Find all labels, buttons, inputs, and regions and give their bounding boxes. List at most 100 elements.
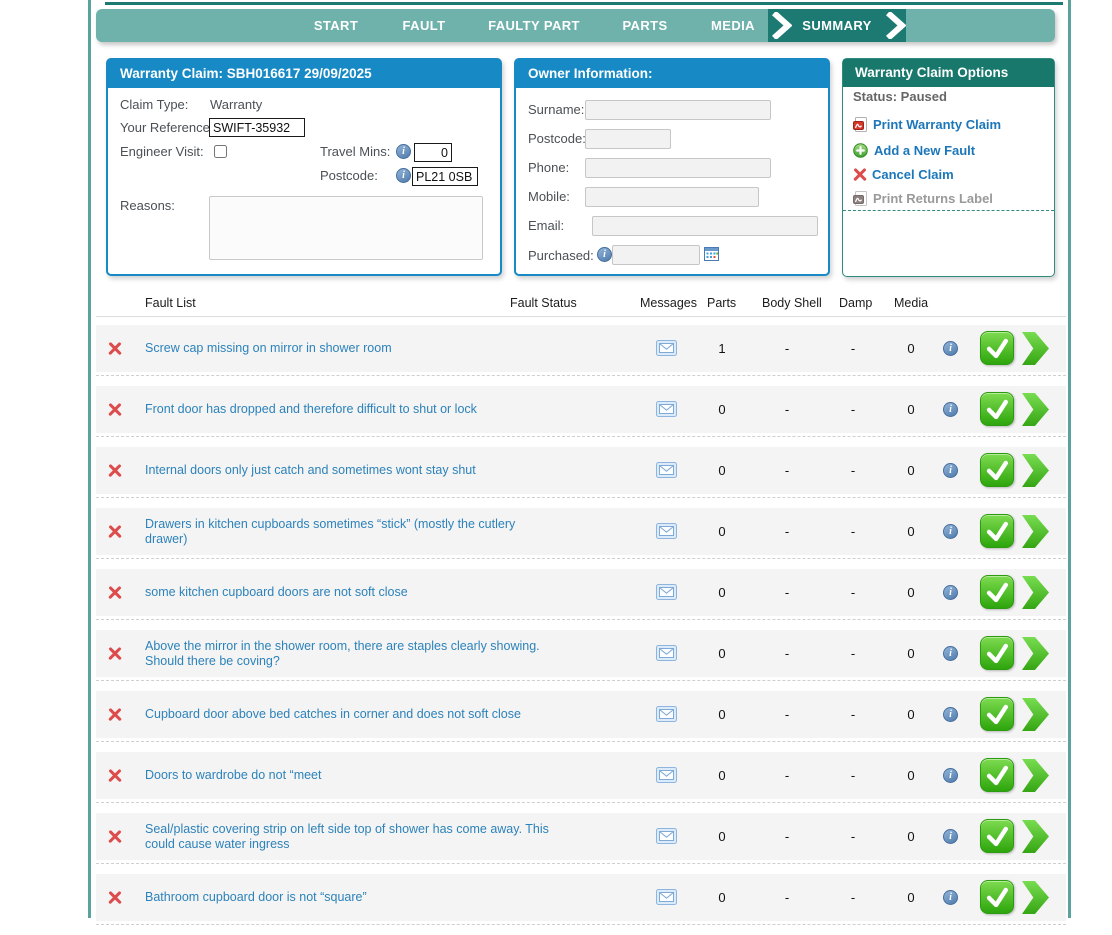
open-fault-arrow[interactable] (1022, 576, 1049, 609)
delete-fault-icon[interactable] (108, 829, 122, 843)
email-input[interactable] (592, 216, 818, 236)
messages-envelope-icon[interactable] (656, 584, 677, 605)
complete-fault-button[interactable] (980, 392, 1014, 426)
delete-fault-icon[interactable] (108, 463, 122, 477)
open-fault-arrow[interactable] (1022, 637, 1049, 670)
messages-envelope-icon[interactable] (656, 889, 677, 910)
complete-fault-button[interactable] (980, 331, 1014, 365)
complete-fault-button[interactable] (980, 636, 1014, 670)
fault-link[interactable]: Drawers in kitchen cupboards sometimes “… (145, 508, 550, 555)
claim-postcode-input[interactable] (412, 167, 478, 186)
tab-fault[interactable]: FAULT (403, 9, 446, 42)
calendar-icon[interactable] (704, 246, 719, 261)
fault-link[interactable]: Screw cap missing on mirror in shower ro… (145, 325, 392, 372)
fault-link[interactable]: Above the mirror in the shower room, the… (145, 630, 550, 677)
info-icon[interactable] (943, 402, 958, 417)
tab-parts[interactable]: PARTS (622, 9, 667, 42)
print-warranty-claim-link[interactable]: Print Warranty Claim (853, 115, 1001, 133)
fault-link[interactable]: Doors to wardrobe do not “meet (145, 752, 321, 799)
info-icon[interactable] (943, 890, 958, 905)
complete-fault-button[interactable] (980, 819, 1014, 853)
fault-row: Screw cap missing on mirror in shower ro… (96, 325, 1066, 386)
owner-postcode-input[interactable] (585, 129, 671, 149)
open-fault-arrow[interactable] (1022, 515, 1049, 548)
open-fault-arrow[interactable] (1022, 881, 1049, 914)
messages-envelope-icon[interactable] (656, 706, 677, 727)
delete-fault-icon[interactable] (108, 524, 122, 538)
mobile-input[interactable] (585, 187, 759, 207)
your-reference-input[interactable] (209, 118, 305, 137)
open-fault-arrow[interactable] (1022, 698, 1049, 731)
add-new-fault-link[interactable]: Add a New Fault (853, 141, 975, 159)
messages-envelope-icon[interactable] (656, 828, 677, 849)
fault-link[interactable]: Seal/plastic covering strip on left side… (145, 813, 550, 860)
travel-mins-label: Travel Mins: (320, 144, 390, 159)
complete-fault-button[interactable] (980, 758, 1014, 792)
messages-envelope-icon[interactable] (656, 523, 677, 544)
fault-link[interactable]: some kitchen cupboard doors are not soft… (145, 569, 408, 616)
delete-fault-icon[interactable] (108, 768, 122, 782)
delete-fault-icon[interactable] (108, 707, 122, 721)
complete-fault-button[interactable] (980, 514, 1014, 548)
parts-count: 0 (707, 630, 737, 677)
chevron-right-icon (884, 12, 906, 39)
tab-summary[interactable]: SUMMARY (768, 9, 906, 42)
info-icon[interactable] (943, 341, 958, 356)
options-divider (843, 210, 1054, 211)
fault-link[interactable]: Internal doors only just catch and somet… (145, 447, 476, 494)
messages-envelope-icon[interactable] (656, 767, 677, 788)
phone-input[interactable] (585, 158, 771, 178)
fault-link[interactable]: Cupboard door above bed catches in corne… (145, 691, 521, 738)
messages-envelope-icon[interactable] (656, 645, 677, 666)
messages-envelope-icon[interactable] (656, 340, 677, 361)
reasons-textarea[interactable] (209, 196, 483, 260)
info-icon[interactable] (943, 768, 958, 783)
media-count: 0 (896, 447, 926, 494)
info-icon[interactable] (396, 144, 411, 159)
delete-fault-icon[interactable] (108, 890, 122, 904)
info-icon[interactable] (943, 524, 958, 539)
delete-fault-icon[interactable] (108, 341, 122, 355)
travel-mins-input[interactable] (414, 143, 452, 162)
complete-fault-button[interactable] (980, 453, 1014, 487)
tab-start[interactable]: START (314, 9, 358, 42)
complete-fault-button[interactable] (980, 575, 1014, 609)
cancel-claim-link[interactable]: Cancel Claim (853, 165, 954, 183)
messages-envelope-icon[interactable] (656, 401, 677, 422)
delete-fault-icon[interactable] (108, 402, 122, 416)
body-shell-value: - (772, 630, 802, 677)
open-fault-arrow[interactable] (1022, 759, 1049, 792)
parts-count: 0 (707, 447, 737, 494)
surname-input[interactable] (585, 100, 771, 120)
tab-faulty-part[interactable]: FAULTY PART (488, 9, 580, 42)
media-count: 0 (896, 508, 926, 555)
col-fault-list: Fault List (145, 296, 196, 310)
print-returns-label-link: Print Returns Label (853, 189, 993, 207)
info-icon[interactable] (943, 463, 958, 478)
media-count: 0 (896, 752, 926, 799)
damp-value: - (838, 508, 868, 555)
open-fault-arrow[interactable] (1022, 820, 1049, 853)
pdf-icon (853, 191, 867, 206)
open-fault-arrow[interactable] (1022, 454, 1049, 487)
fault-link[interactable]: Front door has dropped and therefore dif… (145, 386, 477, 433)
complete-fault-button[interactable] (980, 880, 1014, 914)
open-fault-arrow[interactable] (1022, 332, 1049, 365)
info-icon[interactable] (943, 829, 958, 844)
open-fault-arrow[interactable] (1022, 393, 1049, 426)
complete-fault-button[interactable] (980, 697, 1014, 731)
info-icon[interactable] (943, 646, 958, 661)
fault-row: Doors to wardrobe do not “meet 0 - - 0 (96, 752, 1066, 813)
page-top-rule (105, 2, 1063, 5)
engineer-visit-checkbox[interactable] (214, 145, 227, 158)
info-icon[interactable] (943, 585, 958, 600)
info-icon[interactable] (943, 707, 958, 722)
delete-fault-icon[interactable] (108, 585, 122, 599)
tab-media[interactable]: MEDIA (711, 9, 755, 42)
info-icon[interactable] (396, 168, 411, 183)
purchased-input[interactable] (612, 245, 700, 265)
fault-link[interactable]: Bathroom cupboard door is not “square” (145, 874, 367, 921)
messages-envelope-icon[interactable] (656, 462, 677, 483)
info-icon[interactable] (597, 247, 612, 262)
delete-fault-icon[interactable] (108, 646, 122, 660)
